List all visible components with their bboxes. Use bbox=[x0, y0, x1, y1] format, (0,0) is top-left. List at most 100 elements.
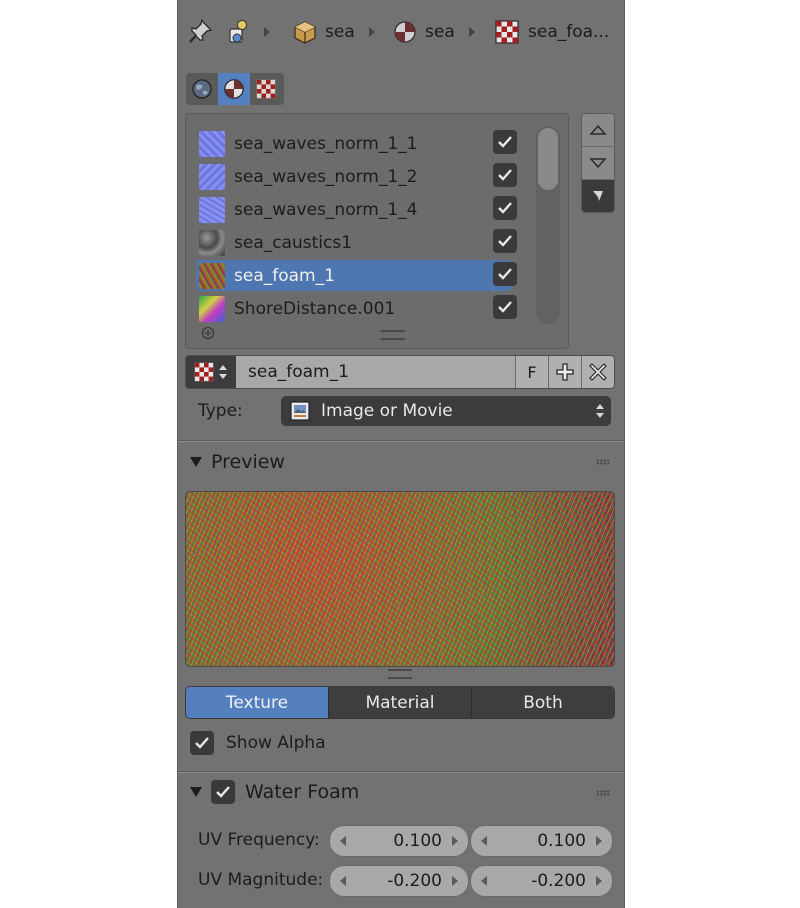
material-sphere-icon bbox=[224, 79, 244, 99]
texture-datablock-field: sea_foam_1 F bbox=[185, 355, 615, 389]
panel-title: Preview bbox=[211, 451, 285, 473]
show-alpha-label: Show Alpha bbox=[226, 733, 326, 753]
preview-mode-texture[interactable]: Texture bbox=[186, 687, 329, 718]
checkmark-icon bbox=[498, 268, 512, 280]
checker-texture-icon bbox=[495, 20, 519, 44]
checkmark-icon bbox=[216, 786, 230, 798]
normal-map-thumbnail bbox=[199, 130, 225, 157]
fake-user-button[interactable]: F bbox=[515, 356, 548, 388]
field-value: -0.200 bbox=[531, 871, 586, 891]
slot-enable-checkbox[interactable] bbox=[493, 196, 517, 220]
breadcrumb-label: sea_foa... bbox=[528, 22, 610, 42]
image-icon bbox=[290, 401, 310, 421]
tab-material[interactable] bbox=[218, 73, 250, 105]
uv-frequency-x-field[interactable]: 0.100 bbox=[329, 825, 469, 857]
texture-slot-list: sea_waves_norm_1_1 sea_waves_norm_1_2 se… bbox=[185, 113, 569, 349]
list-resize-handle[interactable] bbox=[381, 330, 405, 340]
move-up-button[interactable] bbox=[582, 114, 614, 147]
uv-magnitude-x-field[interactable]: -0.200 bbox=[329, 865, 469, 897]
texture-type-dropdown[interactable]: Image or Movie bbox=[281, 396, 611, 426]
slot-enable-checkbox[interactable] bbox=[493, 229, 517, 253]
increment-arrow-icon[interactable] bbox=[452, 876, 458, 886]
chevron-right-icon bbox=[368, 27, 375, 37]
list-item-label: sea_foam_1 bbox=[234, 265, 335, 286]
preview-mode-toggle: Texture Material Both bbox=[185, 686, 615, 719]
breadcrumb-material[interactable]: sea bbox=[393, 17, 475, 47]
panel-drag-grip-icon[interactable] bbox=[596, 790, 610, 796]
context-tabs bbox=[186, 73, 284, 105]
tab-world[interactable] bbox=[186, 73, 218, 105]
preview-resize-handle[interactable] bbox=[388, 669, 412, 679]
list-item[interactable]: sea_caustics1 bbox=[196, 227, 511, 258]
section-divider bbox=[178, 772, 624, 773]
scrollbar-thumb[interactable] bbox=[538, 128, 558, 190]
field-value: 0.100 bbox=[393, 831, 442, 851]
increment-arrow-icon[interactable] bbox=[596, 876, 602, 886]
world-icon bbox=[192, 79, 212, 99]
slot-specials-button[interactable] bbox=[582, 180, 614, 212]
checkmark-icon bbox=[195, 737, 209, 749]
uv-frequency-label: UV Frequency: bbox=[198, 830, 320, 850]
texture-browse-button[interactable] bbox=[186, 356, 236, 388]
pin-button[interactable] bbox=[188, 17, 214, 47]
breadcrumb-object[interactable]: sea bbox=[293, 17, 375, 47]
close-icon bbox=[589, 363, 607, 381]
list-scrollbar[interactable] bbox=[536, 126, 560, 324]
normal-map-thumbnail bbox=[199, 196, 225, 223]
slot-enable-checkbox[interactable] bbox=[493, 130, 517, 154]
move-down-button[interactable] bbox=[582, 147, 614, 180]
triangle-up-icon bbox=[589, 124, 607, 135]
checker-texture-icon bbox=[256, 79, 276, 99]
increment-arrow-icon[interactable] bbox=[452, 836, 458, 846]
list-item[interactable]: sea_waves_norm_1_1 bbox=[196, 128, 511, 159]
water-foam-panel-header[interactable]: Water Foam bbox=[190, 779, 359, 805]
breadcrumb-label: sea bbox=[425, 22, 455, 42]
uv-frequency-y-field[interactable]: 0.100 bbox=[470, 825, 613, 857]
checker-texture-icon bbox=[194, 362, 214, 382]
show-alpha-toggle[interactable]: Show Alpha bbox=[190, 731, 326, 755]
disclosure-triangle-icon bbox=[190, 457, 202, 467]
list-item[interactable]: sea_foam_1 bbox=[196, 260, 511, 291]
checkmark-icon bbox=[498, 301, 512, 313]
scene-data-crumb[interactable] bbox=[226, 17, 270, 47]
water-foam-enable-checkbox[interactable] bbox=[211, 780, 235, 804]
type-label: Type: bbox=[198, 401, 243, 421]
slot-enable-checkbox[interactable] bbox=[493, 163, 517, 187]
preview-panel-header[interactable]: Preview bbox=[190, 449, 285, 475]
list-item[interactable]: ShoreDistance.001 bbox=[196, 293, 511, 324]
add-circle-icon[interactable] bbox=[201, 326, 215, 340]
caustics-thumbnail bbox=[199, 229, 225, 256]
show-alpha-checkbox[interactable] bbox=[190, 731, 214, 755]
preview-mode-both[interactable]: Both bbox=[472, 687, 614, 718]
pin-icon bbox=[189, 19, 213, 43]
list-item-label: ShoreDistance.001 bbox=[234, 298, 396, 319]
increment-arrow-icon[interactable] bbox=[596, 836, 602, 846]
chevron-right-icon bbox=[264, 27, 270, 37]
preview-mode-material[interactable]: Material bbox=[329, 687, 472, 718]
uv-magnitude-label: UV Magnitude: bbox=[198, 870, 324, 890]
texture-name-input[interactable]: sea_foam_1 bbox=[236, 356, 515, 388]
chevron-right-icon bbox=[468, 27, 475, 37]
panel-drag-grip-icon[interactable] bbox=[596, 459, 610, 465]
slot-enable-checkbox[interactable] bbox=[493, 295, 517, 319]
checkmark-icon bbox=[498, 136, 512, 148]
breadcrumb-texture[interactable]: sea_foa... bbox=[495, 17, 609, 47]
new-texture-button[interactable] bbox=[548, 356, 581, 388]
list-item-label: sea_waves_norm_1_1 bbox=[234, 133, 418, 154]
list-item[interactable]: sea_waves_norm_1_4 bbox=[196, 194, 511, 225]
slot-enable-checkbox[interactable] bbox=[493, 262, 517, 286]
properties-panel: sea sea sea_foa... sea_waves_norm_1_1 se… bbox=[177, 0, 625, 908]
foam-thumbnail bbox=[199, 262, 225, 289]
field-value: -0.200 bbox=[387, 871, 442, 891]
up-down-arrows-icon bbox=[596, 404, 604, 418]
type-value: Image or Movie bbox=[321, 401, 453, 421]
unlink-texture-button[interactable] bbox=[581, 356, 614, 388]
checkmark-icon bbox=[498, 235, 512, 247]
tab-texture[interactable] bbox=[250, 73, 282, 105]
shore-distance-thumbnail bbox=[199, 295, 225, 322]
list-item[interactable]: sea_waves_norm_1_2 bbox=[196, 161, 511, 192]
plus-icon bbox=[556, 363, 574, 381]
disclosure-triangle-icon bbox=[190, 787, 202, 797]
triangle-down-icon bbox=[589, 158, 607, 169]
uv-magnitude-y-field[interactable]: -0.200 bbox=[470, 865, 613, 897]
